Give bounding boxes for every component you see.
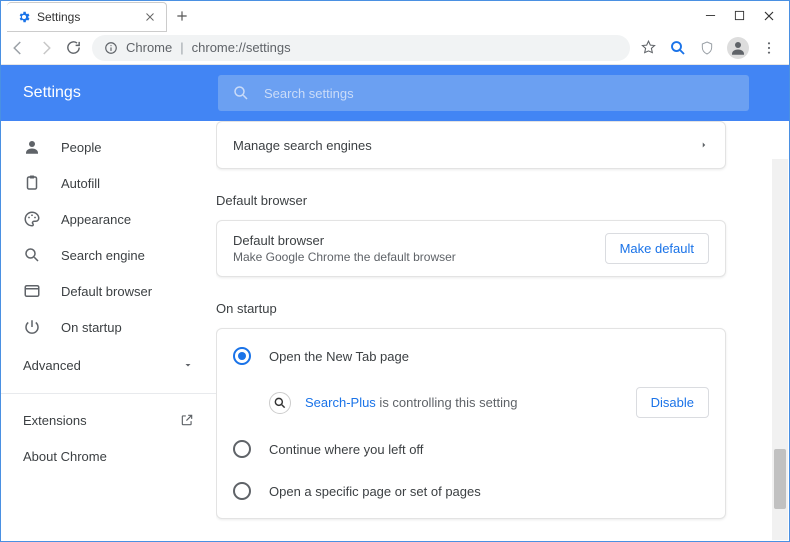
external-link-icon (180, 413, 194, 427)
forward-icon[interactable] (37, 39, 55, 57)
palette-icon (23, 210, 41, 228)
default-browser-heading: Default browser (216, 193, 726, 208)
new-tab-button[interactable] (175, 9, 189, 23)
sidebar-item-search-engine[interactable]: Search engine (1, 237, 216, 273)
radio-label: Open the New Tab page (269, 349, 409, 364)
reload-icon[interactable] (65, 39, 82, 56)
search-icon (232, 84, 250, 102)
omnibox-separator: | (180, 40, 183, 55)
search-icon (23, 246, 41, 264)
radio-new-tab[interactable]: Open the New Tab page (217, 335, 725, 377)
browser-toolbar: Chrome | chrome://settings (1, 31, 789, 65)
chevron-right-icon (699, 140, 709, 150)
search-settings[interactable] (218, 75, 749, 111)
manage-search-engines-label: Manage search engines (233, 138, 372, 153)
sidebar-item-label: Search engine (61, 248, 145, 263)
star-icon[interactable] (640, 39, 657, 56)
sidebar: People Autofill Appearance Search engine… (1, 121, 216, 541)
radio-label: Open a specific page or set of pages (269, 484, 481, 499)
sidebar-item-label: People (61, 140, 101, 155)
chevron-down-icon (182, 359, 194, 371)
omnibox-origin: Chrome (126, 40, 172, 55)
sidebar-extensions[interactable]: Extensions (1, 402, 216, 438)
sidebar-about-chrome[interactable]: About Chrome (1, 438, 216, 474)
window-close-icon[interactable] (763, 10, 775, 22)
sidebar-item-on-startup[interactable]: On startup (1, 309, 216, 345)
on-startup-card: Open the New Tab page Search-Plus is con… (216, 328, 726, 519)
make-default-button[interactable]: Make default (605, 233, 709, 264)
radio-icon (233, 482, 251, 500)
minimize-icon[interactable] (705, 10, 716, 22)
default-browser-card: Default browser Make Google Chrome the d… (216, 220, 726, 277)
manage-search-engines-card[interactable]: Manage search engines (216, 121, 726, 169)
gear-icon (17, 10, 31, 24)
main-panel: Manage search engines Default browser De… (216, 121, 789, 541)
extension-search-icon[interactable] (669, 39, 687, 57)
settings-header: Settings (1, 65, 789, 121)
back-icon[interactable] (9, 39, 27, 57)
sidebar-item-label: Autofill (61, 176, 100, 191)
tab-title: Settings (37, 10, 144, 24)
scrollbar-thumb[interactable] (774, 449, 786, 509)
extension-name-link[interactable]: Search-Plus (305, 395, 376, 410)
disable-button[interactable]: Disable (636, 387, 709, 418)
profile-avatar[interactable] (727, 37, 749, 59)
sidebar-advanced-label: Advanced (23, 358, 81, 373)
sidebar-separator (1, 393, 216, 394)
browser-icon (23, 282, 41, 300)
power-icon (23, 318, 41, 336)
info-icon (104, 41, 118, 55)
sidebar-item-label: Default browser (61, 284, 152, 299)
omnibox-path: chrome://settings (192, 40, 291, 55)
on-startup-heading: On startup (216, 301, 726, 316)
sidebar-item-people[interactable]: People (1, 129, 216, 165)
maximize-icon[interactable] (734, 10, 745, 22)
browser-tab[interactable]: Settings (7, 2, 167, 32)
person-icon (23, 138, 41, 156)
search-input[interactable] (264, 86, 735, 101)
omnibox[interactable]: Chrome | chrome://settings (92, 35, 630, 61)
sidebar-item-label: On startup (61, 320, 122, 335)
page-title: Settings (23, 84, 218, 102)
sidebar-extensions-label: Extensions (23, 413, 87, 428)
sidebar-advanced[interactable]: Advanced (1, 345, 216, 385)
titlebar: Settings (1, 1, 789, 31)
default-browser-title: Default browser (233, 233, 456, 248)
extension-controlling-notice: Search-Plus is controlling this setting … (217, 377, 725, 428)
radio-continue[interactable]: Continue where you left off (217, 428, 725, 470)
sidebar-item-appearance[interactable]: Appearance (1, 201, 216, 237)
sidebar-item-default-browser[interactable]: Default browser (1, 273, 216, 309)
extension-search-icon (269, 392, 291, 414)
shield-icon[interactable] (699, 40, 715, 56)
clipboard-icon (23, 174, 41, 192)
sidebar-item-autofill[interactable]: Autofill (1, 165, 216, 201)
sidebar-item-label: Appearance (61, 212, 131, 227)
scrollbar-track[interactable] (772, 159, 788, 540)
close-icon[interactable] (144, 11, 156, 23)
radio-specific[interactable]: Open a specific page or set of pages (217, 470, 725, 512)
menu-icon[interactable] (761, 40, 777, 56)
default-browser-sub: Make Google Chrome the default browser (233, 250, 456, 264)
radio-icon (233, 347, 251, 365)
sidebar-about-label: About Chrome (23, 449, 107, 464)
radio-label: Continue where you left off (269, 442, 423, 457)
radio-icon (233, 440, 251, 458)
extension-rest-text: is controlling this setting (376, 395, 518, 410)
